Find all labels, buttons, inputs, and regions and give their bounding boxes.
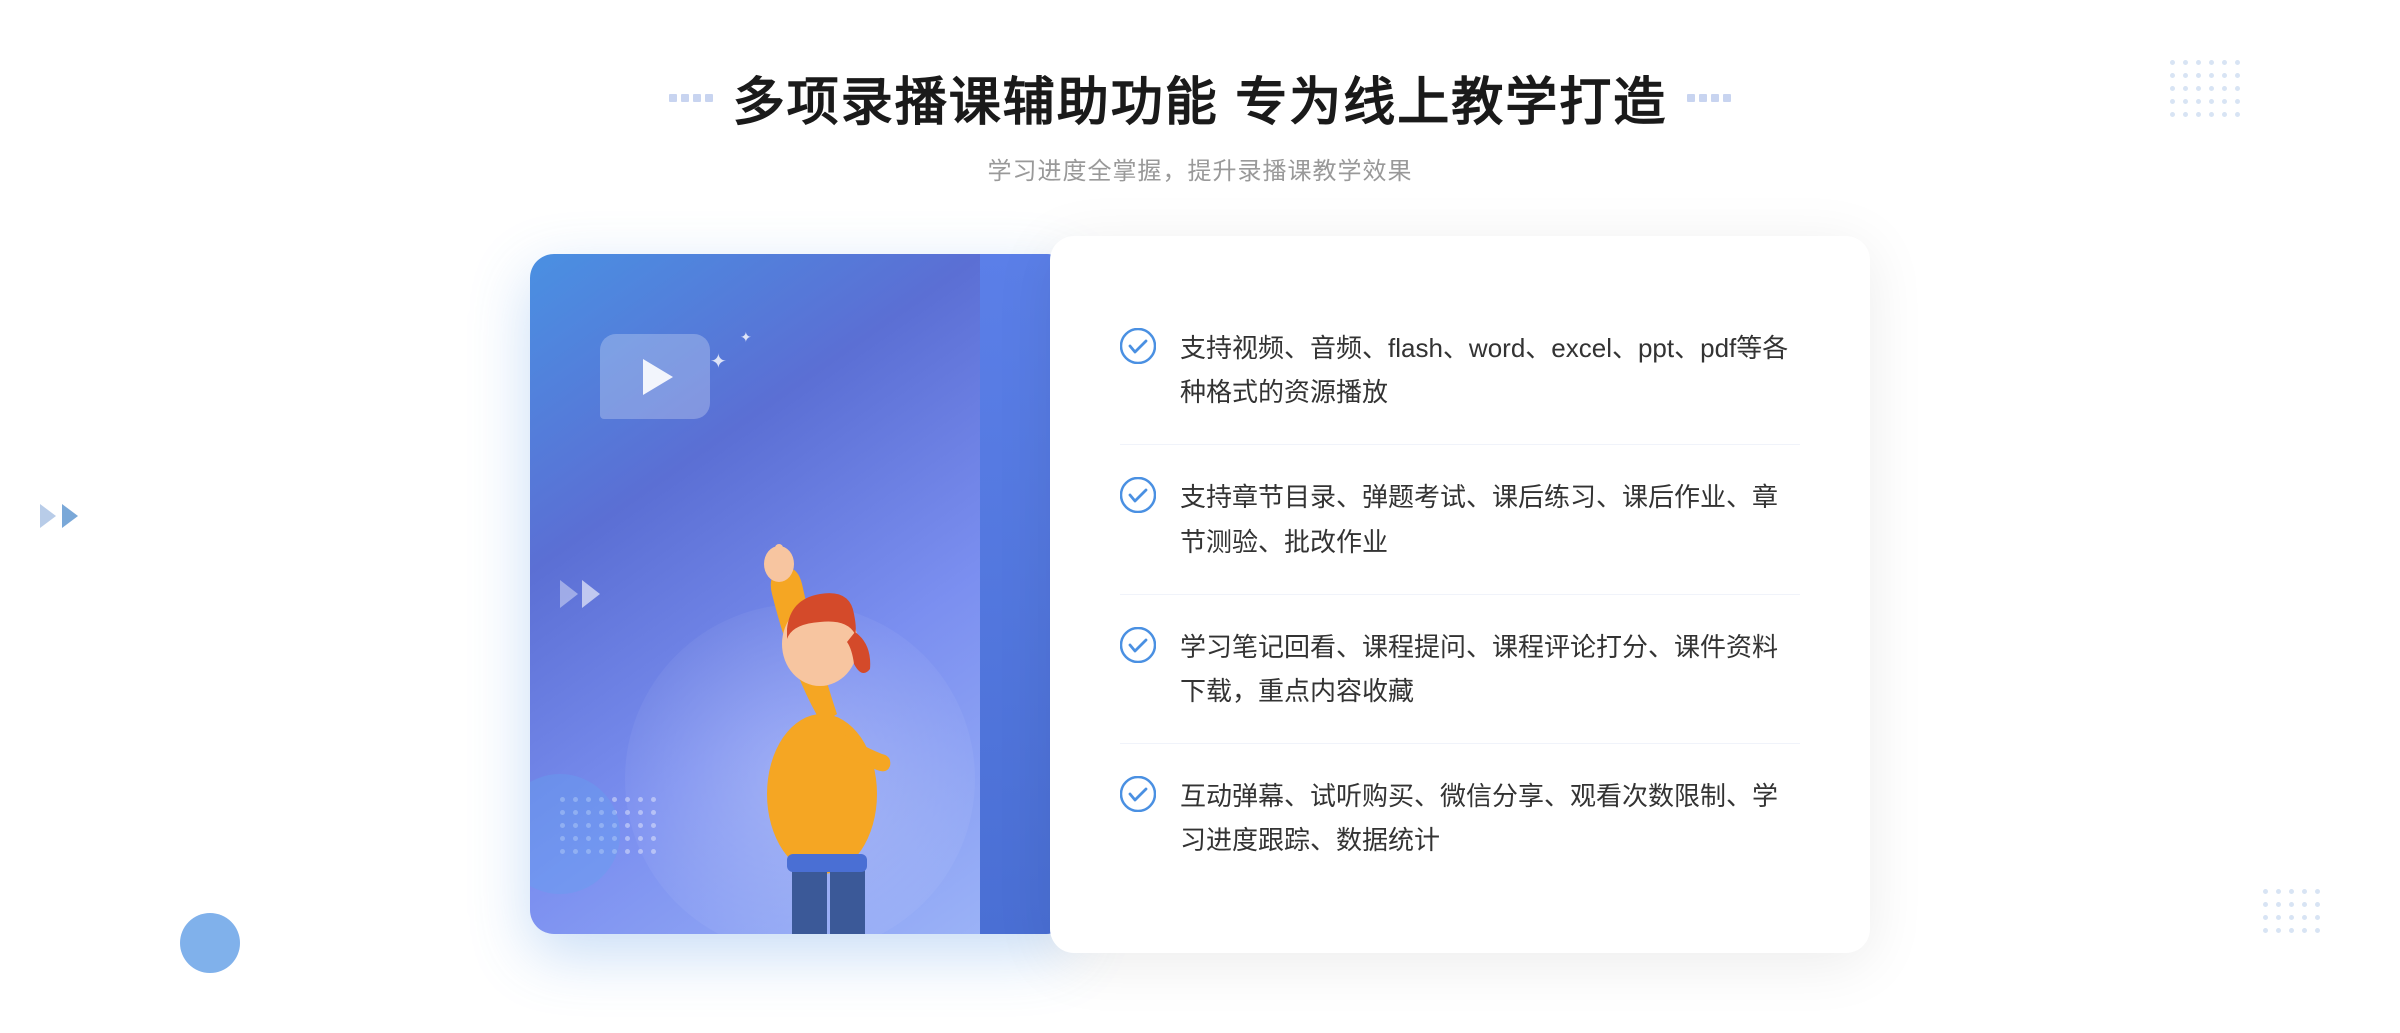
feature-item-2: 支持章节目录、弹题考试、课后练习、课后作业、章节测验、批改作业 (1120, 445, 1800, 594)
feature-text-1: 支持视频、音频、flash、word、excel、ppt、pdf等各种格式的资源… (1180, 326, 1800, 414)
check-icon-2 (1120, 477, 1156, 513)
feature-text-3: 学习笔记回看、课程提问、课程评论打分、课件资料下载，重点内容收藏 (1180, 625, 1800, 713)
header-section: 多项录播课辅助功能 专为线上教学打造 学习进度全掌握，提升录播课教学效果 (669, 60, 1731, 186)
person-illustration (672, 374, 992, 934)
page-subtitle: 学习进度全掌握，提升录播课教学效果 (669, 151, 1731, 186)
feature-text-2: 支持章节目录、弹题考试、课后练习、课后作业、章节测验、批改作业 (1180, 475, 1800, 563)
card-circle-deco (530, 774, 620, 894)
bg-dots-bottom-right (2263, 889, 2320, 933)
card-chevrons (560, 580, 600, 608)
check-icon-1 (1120, 328, 1156, 364)
features-panel: 支持视频、音频、flash、word、excel、ppt、pdf等各种格式的资源… (1050, 236, 1870, 953)
page-wrapper: 多项录播课辅助功能 专为线上教学打造 学习进度全掌握，提升录播课教学效果 ✦ (0, 0, 2400, 1033)
title-row: 多项录播课辅助功能 专为线上教学打造 (669, 60, 1731, 135)
sparkle-icon-2: ✦ (740, 329, 752, 346)
title-decorator-left (669, 94, 713, 102)
feature-item-3: 学习笔记回看、课程提问、课程评论打分、课件资料下载，重点内容收藏 (1120, 595, 1800, 744)
left-chevron-decoration (40, 504, 78, 528)
title-decorator-right (1687, 94, 1731, 102)
illustration-card: ✦ ✦ (530, 254, 1070, 934)
feature-text-4: 互动弹幕、试听购买、微信分享、观看次数限制、学习进度跟踪、数据统计 (1180, 774, 1800, 862)
sparkle-icon-1: ✦ (710, 349, 727, 374)
main-content: ✦ ✦ (500, 236, 1900, 953)
bg-dots-top-right (2170, 60, 2240, 117)
play-triangle-icon (643, 359, 673, 395)
feature-item-4: 互动弹幕、试听购买、微信分享、观看次数限制、学习进度跟踪、数据统计 (1120, 744, 1800, 892)
bottom-left-circle (180, 913, 240, 973)
feature-item-1: 支持视频、音频、flash、word、excel、ppt、pdf等各种格式的资源… (1120, 296, 1800, 445)
check-icon-3 (1120, 627, 1156, 663)
page-title: 多项录播课辅助功能 专为线上教学打造 (733, 60, 1667, 135)
check-icon-4 (1120, 776, 1156, 812)
